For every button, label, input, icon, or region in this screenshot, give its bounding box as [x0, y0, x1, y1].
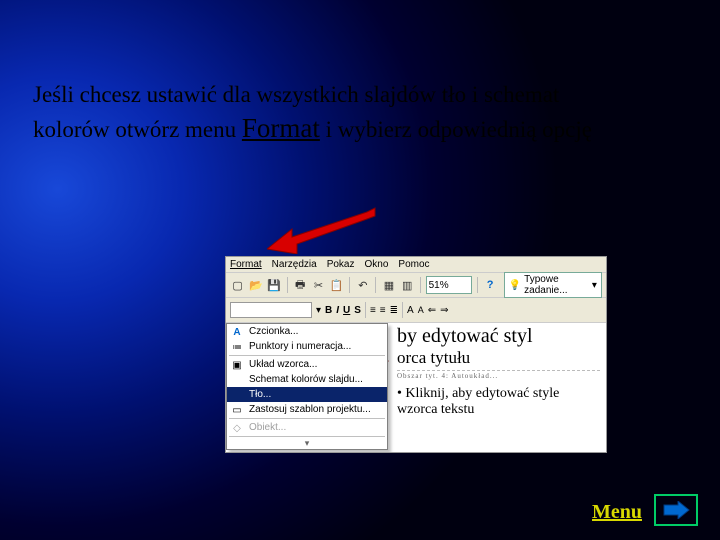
dropdown-bullets[interactable]: ≔ Punktory i numeracja...: [227, 339, 387, 354]
menu-pokaz[interactable]: Pokaz: [327, 259, 355, 270]
chevron-down-icon: ▾: [305, 438, 310, 448]
object-icon: ◇: [230, 422, 244, 434]
demote-icon[interactable]: ⇒: [440, 305, 448, 316]
bullets-icon: ≔: [230, 341, 244, 353]
template-icon: ▭: [230, 404, 244, 416]
promote-icon[interactable]: ⇐: [428, 305, 436, 316]
font-icon: A: [230, 326, 244, 338]
chart-icon[interactable]: ▥: [400, 277, 415, 293]
lightbulb-icon: 💡: [509, 280, 521, 291]
menu-narzedzia[interactable]: Narzędzia: [272, 259, 317, 270]
slide-title-placeholder[interactable]: by edytować styl: [397, 325, 600, 348]
content-area: A Czcionka... ≔ Punktory i numeracja... …: [226, 323, 606, 453]
dropdown-expand[interactable]: ▾: [227, 438, 387, 449]
format-dropdown: A Czcionka... ≔ Punktory i numeracja... …: [226, 323, 388, 450]
new-icon[interactable]: ▢: [230, 277, 245, 293]
bold-icon[interactable]: B: [325, 305, 332, 316]
dropdown-object[interactable]: ◇ Obiekt...: [227, 420, 387, 435]
font-combo[interactable]: [230, 302, 312, 318]
align-center-icon[interactable]: ≡: [380, 305, 386, 316]
zoom-input[interactable]: [426, 276, 472, 294]
slide-bullet-placeholder[interactable]: • Kliknij, aby edytować style wzorca tek…: [397, 386, 600, 418]
table-icon[interactable]: ▦: [381, 277, 396, 293]
menu-format[interactable]: Format: [230, 259, 262, 270]
align-left-icon[interactable]: ≡: [370, 305, 376, 316]
menu-okno[interactable]: Okno: [365, 259, 389, 270]
open-icon[interactable]: 📂: [248, 277, 263, 293]
slide-editor: by edytować styl orca tytułuObszar tyt. …: [391, 323, 606, 420]
underline-icon[interactable]: U: [343, 305, 350, 316]
arrow-top: [267, 204, 377, 254]
layout-icon: ▣: [230, 359, 244, 371]
dropdown-layout[interactable]: ▣ Układ wzorca...: [227, 357, 387, 372]
dropdown-background[interactable]: Tło...: [227, 387, 387, 402]
toolbar-main: ▢ 📂 💾 🖶 ✂ 📋 ↶ ▦ ▥ ? 💡 Typowe zadanie... …: [226, 273, 606, 298]
instruction-text: Jeśli chcesz ustawić dla wszystkich slaj…: [33, 79, 613, 146]
toolbar-format: ▾ B I U S ≡ ≡ ≣ A A ⇐ ⇒: [226, 298, 606, 323]
print-icon[interactable]: 🖶: [293, 277, 308, 293]
save-icon[interactable]: 💾: [267, 277, 282, 293]
task-dropdown[interactable]: 💡 Typowe zadanie... ▾: [504, 272, 602, 298]
menubar: Format Narzędzia Pokaz Okno Pomoc: [226, 257, 606, 273]
menu-link[interactable]: Menu: [592, 501, 642, 524]
undo-icon[interactable]: ↶: [355, 277, 370, 293]
menu-pomoc[interactable]: Pomoc: [398, 259, 429, 270]
slide-subtitle-placeholder[interactable]: orca tytułuObszar tyt. 4: Autoukład...: [397, 348, 600, 380]
shadow-icon[interactable]: S: [354, 305, 361, 316]
italic-icon[interactable]: I: [336, 305, 339, 316]
paste-icon[interactable]: 📋: [329, 277, 344, 293]
increase-font-icon[interactable]: A: [407, 305, 414, 316]
chevron-down-icon: ▾: [592, 280, 597, 291]
dropdown-font[interactable]: A Czcionka...: [227, 324, 387, 339]
chevron-down-icon: ▾: [316, 305, 321, 316]
dropdown-color-scheme[interactable]: Schemat kolorów slajdu...: [227, 372, 387, 387]
decrease-font-icon[interactable]: A: [418, 305, 424, 315]
next-button[interactable]: [654, 494, 698, 526]
help-icon[interactable]: ?: [482, 277, 497, 293]
dropdown-apply-template[interactable]: ▭ Zastosuj szablon projektu...: [227, 402, 387, 417]
ruler-label: Obszar tyt. 4: Autoukład...: [397, 370, 600, 380]
format-word: Format: [242, 113, 320, 143]
bullets-icon[interactable]: ≣: [390, 305, 398, 316]
arrow-right-icon: [662, 501, 690, 519]
app-screenshot: Format Narzędzia Pokaz Okno Pomoc ▢ 📂 💾 …: [225, 256, 607, 453]
cut-icon[interactable]: ✂: [311, 277, 326, 293]
